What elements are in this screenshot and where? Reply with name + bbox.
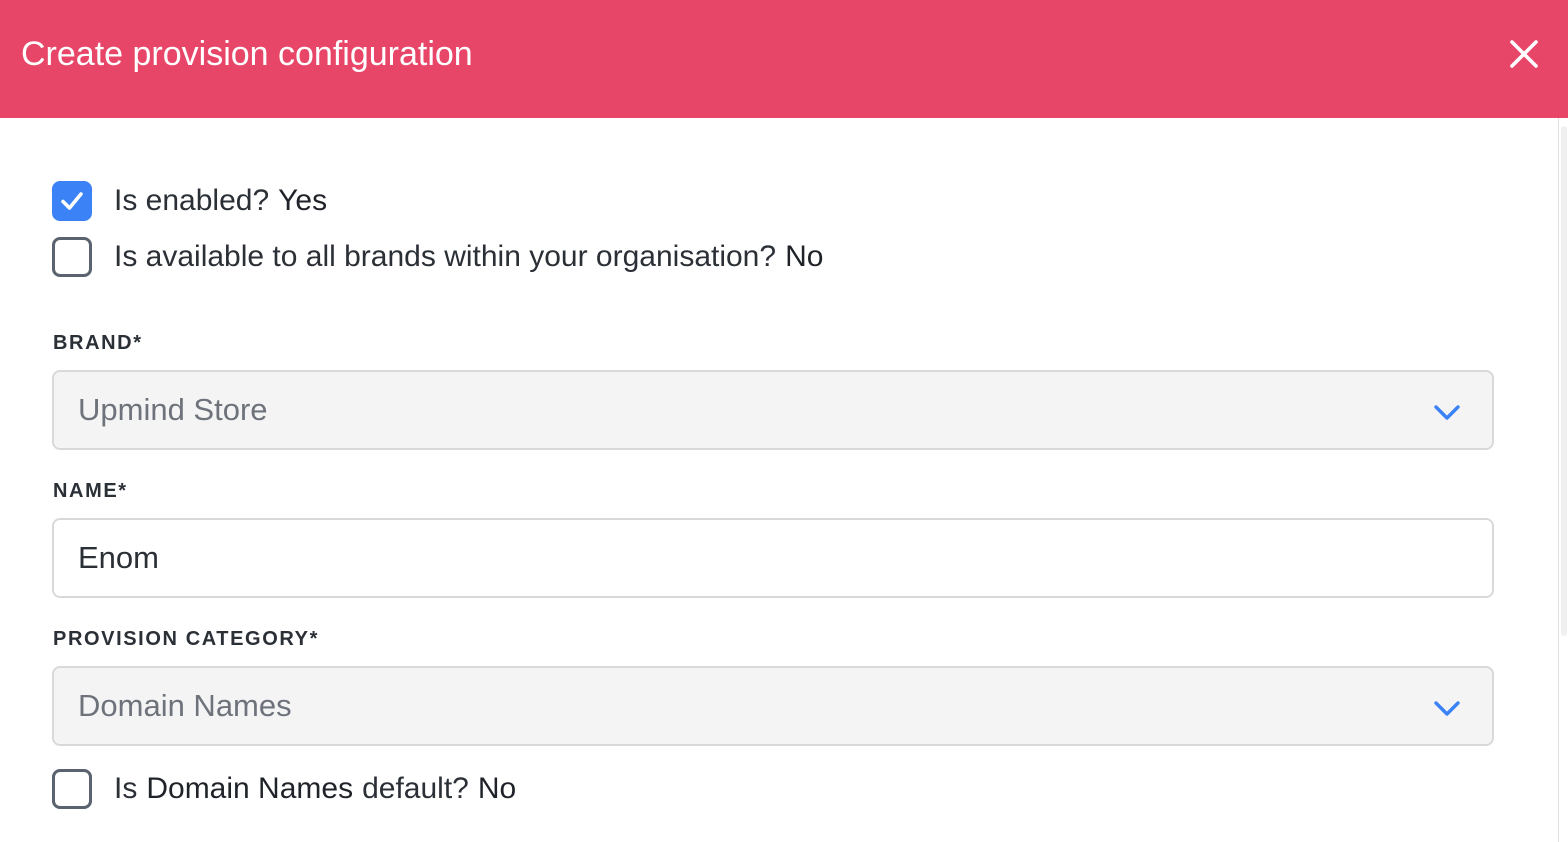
category-default-prefix: Is (114, 772, 138, 805)
brand-select[interactable]: Upmind Store (52, 370, 1494, 450)
name-input-value: Enom (78, 540, 159, 575)
name-label: NAME* (53, 480, 128, 502)
category-default-checkbox[interactable] (52, 769, 92, 809)
dialog-body: Is enabled? Yes Is available to all brand… (0, 118, 1568, 842)
category-default-checkbox-row[interactable]: Is Domain Names default? No (52, 769, 516, 809)
dialog-title: Create provision configuration (21, 35, 473, 73)
provision-category-label: PROVISION CATEGORY* (53, 628, 319, 650)
scrollbar-thumb[interactable] (1561, 126, 1567, 636)
all-brands-value: No (785, 240, 824, 273)
category-default-category: Domain Names (146, 772, 354, 805)
check-icon (61, 192, 83, 210)
close-icon (1510, 40, 1538, 68)
dialog-header: Create provision configuration (0, 0, 1568, 118)
category-default-value: No (477, 772, 517, 805)
provision-category-value: Domain Names (78, 688, 292, 723)
create-provision-dialog: Create provision configuration Is enable… (0, 0, 1568, 842)
all-brands-label: Is available to all brands within your o… (114, 240, 777, 273)
brand-select-value: Upmind Store (78, 392, 268, 427)
is-enabled-checkbox[interactable] (52, 181, 92, 221)
is-enabled-label: Is enabled? (114, 184, 270, 217)
is-enabled-checkbox-row[interactable]: Is enabled? Yes (52, 181, 327, 221)
chevron-down-icon (1434, 701, 1460, 716)
category-default-suffix: default? (362, 772, 469, 805)
close-button[interactable] (1498, 28, 1550, 80)
name-input[interactable]: Enom (52, 518, 1494, 598)
all-brands-checkbox-row[interactable]: Is available to all brands within your o… (52, 237, 823, 277)
is-enabled-value: Yes (278, 184, 328, 217)
brand-label: BRAND* (53, 332, 143, 354)
all-brands-checkbox[interactable] (52, 237, 92, 277)
chevron-down-icon (1434, 405, 1460, 420)
provision-category-select[interactable]: Domain Names (52, 666, 1494, 746)
scrollbar[interactable] (1558, 118, 1568, 842)
